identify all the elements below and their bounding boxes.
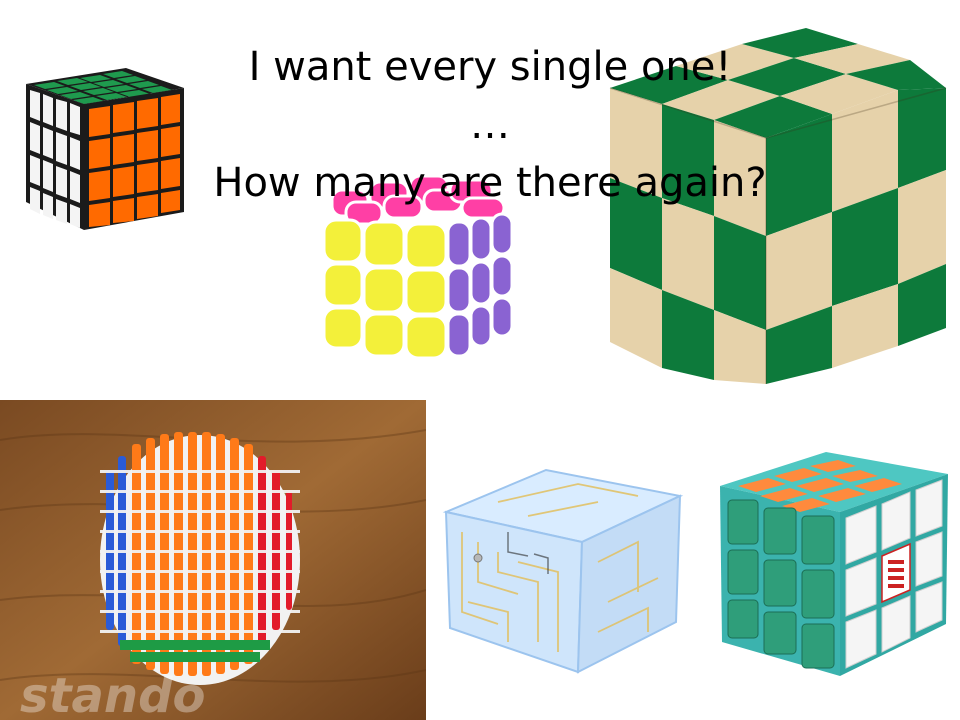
title-line-3: How many are there again? [213,160,767,206]
teal-cube-icon [720,452,948,676]
title-line-2: … [470,102,510,148]
slide-title: I want every single one! … How many are … [120,38,860,212]
slide: I want every single one! … How many are … [0,0,960,720]
title-line-1: I want every single one! [248,44,732,90]
maze-cube-photo [438,462,690,678]
barrel-cube-icon: stando [0,400,426,720]
stando-watermark: stando [20,668,205,720]
maze-cube-icon [442,468,684,674]
teal-3x3-cube-photo [716,448,952,680]
barrel-big-cube-photo: stando [0,400,426,720]
